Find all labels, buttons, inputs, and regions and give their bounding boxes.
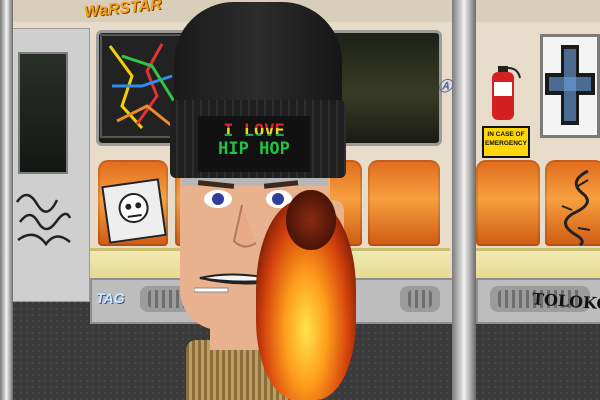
bench-right	[476, 248, 600, 281]
player-character[interactable]: I LOVE HIP HOP	[168, 0, 368, 400]
left-iris	[212, 193, 224, 205]
fire-extinguisher-icon	[484, 60, 524, 124]
graffiti-tag-heater: TAG	[96, 290, 125, 306]
door-window	[18, 52, 68, 174]
emergency-sign-line2: EMERGENCY	[485, 140, 527, 147]
nose	[224, 204, 264, 253]
emergency-sign: IN CASE OF EMERGENCY	[482, 126, 530, 158]
left-pole	[0, 0, 13, 400]
graffiti-tag-window: Ⓐ	[438, 78, 452, 94]
skull-sticker	[101, 178, 167, 244]
right-pole	[452, 0, 476, 400]
game-scene: WaRSTAR TAG IN CASE OF EMERGENCY TOLOKO …	[0, 0, 600, 400]
hat-text-line1: I LOVE	[198, 122, 310, 140]
heater-vent	[400, 286, 440, 312]
hat-label: I LOVE HIP HOP	[198, 116, 310, 172]
graffiti-scribble-left	[12, 182, 82, 252]
emergency-sign-line1: IN CASE OF	[487, 131, 525, 138]
burn-mark	[286, 190, 336, 250]
dragon-graffiti	[548, 166, 600, 247]
right-iris	[272, 193, 284, 205]
seat-back-4	[368, 160, 440, 246]
seat-back-5	[476, 160, 540, 246]
hat-text-line2: HIP HOP	[218, 139, 290, 159]
phone-poster	[540, 34, 600, 138]
